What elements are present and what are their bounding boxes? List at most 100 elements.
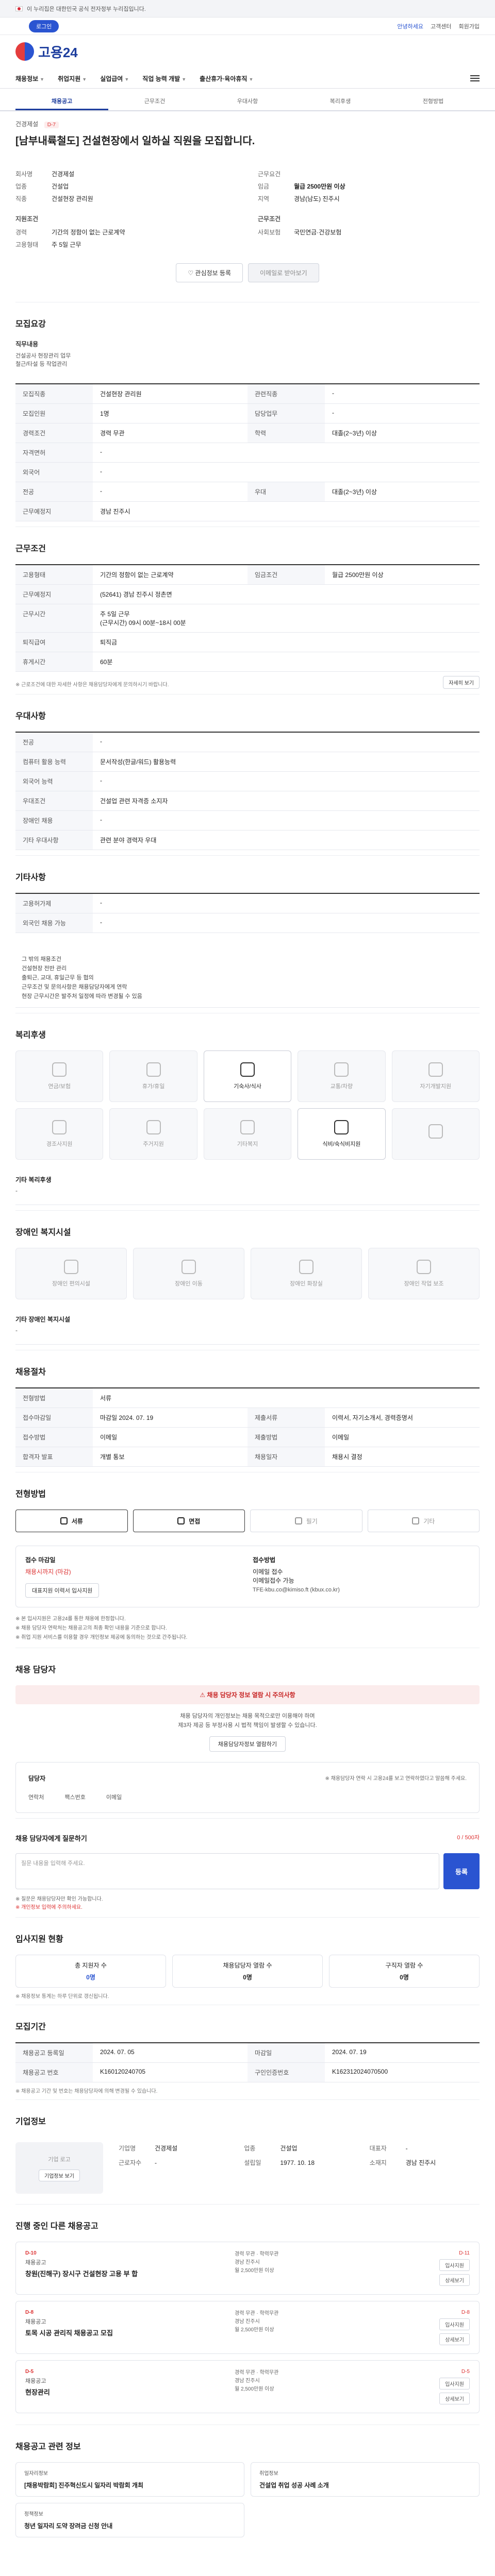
apply-resume-button[interactable]: 대표지원 이력서 입사지원 [25,1583,100,1598]
job-meta: 경력 무관 · 학력무관 경남 진주시 월 2,500만원 이상 [235,2370,279,2392]
job-apply-button[interactable]: 입사지원 [439,2259,470,2271]
news-title[interactable]: 청년 일자리 도약 장려금 신청 안내 [24,2521,236,2531]
section-title: 전형방법 [15,1490,46,1499]
tab-conditions[interactable]: 근무조건 [108,93,201,110]
table-header-cell: 학력 [248,423,325,443]
field-value: 건경제설 [52,171,75,178]
nav-item-support[interactable]: 취업지원 ▼ [58,74,87,83]
logo-icon[interactable] [15,42,34,61]
table-cell: 주 5일 근무 (근무시간) 09시 00분~18시 00분 [93,604,248,633]
table-cell: - [93,894,480,913]
table-cell: - [93,913,480,933]
field-label: 대표자 [369,2145,387,2152]
chevron-down-icon: ▼ [40,76,45,82]
job-meta: 경력 무관 · 학력무관 경남 진주시 월 2,500만원 이상 [235,2311,279,2333]
table-header-cell: 우대 [248,482,325,502]
news-title[interactable]: 건설업 취업 성공 사례 소개 [259,2481,471,2490]
job-apply-button[interactable]: 입사지원 [439,2378,470,2389]
news-card[interactable]: 일자리정보 [채용박람회] 진주혁신도시 일자리 박람회 개최 [15,2462,244,2497]
table-header-cell: 자격면허 [15,443,93,463]
table-header-cell [248,604,325,633]
table-header-cell: 구인인증번호 [248,2063,325,2082]
table-header-cell: 임금조건 [248,565,325,585]
section-conditions: 근무조건 고용형태 기간의 정함이 없는 근로계약 임금조건 월급 2500만원 이상… [15,527,480,694]
welfare-icon [428,1124,443,1139]
menu-icon[interactable] [470,75,480,81]
manager-label: 담당자 [28,1775,46,1782]
logo-text[interactable]: 고용24 [38,42,78,61]
company-info-button[interactable]: 기업정보 보기 [39,2169,80,2181]
welfare-item: 경조사지원 [15,1108,104,1160]
welfare-item: 교통/차량 [298,1050,386,1102]
table-header-cell: 경력조건 [15,423,93,443]
company-field: 대표자 - [370,2142,480,2155]
welfare-item: 연금/보험 [15,1050,104,1102]
section-title: 근무조건 [15,545,46,553]
table-cell: 문서작성(한글/워드) 활용능력 [93,752,480,772]
job-title: [남부내륙철도] 건설현장에서 일하실 직원을 모집합니다. [15,135,255,147]
news-title[interactable]: [채용박람회] 진주혁신도시 일자리 박람회 개최 [24,2481,236,2490]
table-cell [325,604,480,633]
section-title: 모집요강 [15,320,46,329]
receipt-value: 채용시까지 (마감) [25,1568,71,1575]
table-header-cell: 전형방법 [15,1388,93,1408]
job-card[interactable]: D-10 채용공고 창원(진해구) 장시구 건설현장 고용 부 합 경력 무관 · 학… [15,2242,480,2295]
question-input[interactable]: 질문 내용을 입력해 주세요. [15,1853,439,1889]
user-bar: 로그인 안녕하세요 고객센터 회원가입 [0,18,495,35]
job-view-button[interactable]: 상세보기 [439,2393,470,2404]
job-view-button[interactable]: 상세보기 [439,2274,470,2286]
table-header-cell: 채용일자 [248,1447,325,1467]
view-manager-button[interactable]: 채용담당자정보 열람하기 [209,1736,286,1752]
job-tag: D-5 [461,2369,470,2375]
customer-center-link[interactable]: 고객센터 [431,22,451,30]
section-title: 모집기간 [15,2023,46,2031]
field-label: 회사명 [15,171,33,178]
table-cell [325,463,480,482]
greeting-link[interactable]: 안녕하세요 [397,22,423,30]
news-card[interactable]: 정책정보 청년 일자리 도약 장려금 신청 안내 [15,2503,244,2537]
tab-welfare[interactable]: 복리후생 [294,93,387,110]
job-title[interactable]: 창원(진해구) 장시구 건설현장 고용 부 합 [25,2269,180,2279]
tab-selection[interactable]: 전형방법 [387,93,480,110]
job-card[interactable]: D-5 채용공고 현장관리 경력 무관 · 학력무관 경남 진주시 월 2,500만원… [15,2360,480,2413]
section-question: 채용 담당자에게 질문하기 0 / 500자 질문 내용을 입력해 주세요. 등… [15,1818,480,1917]
login-button[interactable]: 로그인 [29,20,59,32]
table-header-cell: 외국어 [15,463,93,482]
nav-item-training[interactable]: 직업 능력 개발 ▼ [142,74,186,83]
conditions-table: 고용형태 기간의 정함이 없는 근로계약 임금조건 월급 2500만원 이상 근무예정지… [15,564,480,672]
welfare-icon [52,1120,67,1134]
welfare-icon [52,1062,67,1077]
disability-item: 장애인 편의시설 [15,1248,127,1299]
signup-link[interactable]: 회원가입 [459,22,480,30]
welfare-icon [146,1062,161,1077]
table-cell: 개별 통보 [93,1447,248,1467]
nav-item-leave[interactable]: 출산휴가·육아휴직 ▼ [200,74,253,83]
table-cell: 채용시 결정 [325,1447,480,1467]
more-button[interactable]: 자세히 보기 [443,676,480,689]
table-cell: K162312024070500 [325,2063,480,2082]
submit-question-button[interactable]: 등록 [443,1853,480,1889]
detail-tabs: 채용공고 근무조건 우대사항 복리후생 전형방법 [0,93,495,111]
scrap-button[interactable]: ♡ 관심정보 등록 [176,263,243,282]
period-table: 채용공고 등록일 2024. 07. 05 마감일 2024. 07. 19 채용공고 … [15,2042,480,2082]
tab-preferences[interactable]: 우대사항 [201,93,294,110]
table-header-cell: 퇴직급여 [15,633,93,652]
job-card[interactable]: D-8 채용공고 토목 시공 관리직 채용공고 모집 경력 무관 · 학력무관 경남 … [15,2301,480,2354]
job-title[interactable]: 현장관리 [25,2388,180,2397]
job-title[interactable]: 토목 시공 관리직 채용공고 모집 [25,2329,180,2338]
check-icon [294,1517,302,1524]
welfare-item: 기타복지 [203,1108,292,1160]
job-apply-button[interactable]: 입사지원 [439,2318,470,2330]
news-card[interactable]: 취업정보 건설업 취업 성공 사례 소개 [251,2462,480,2497]
selection-note: ※ 본 입사지원은 고용24를 통한 채용에 한정합니다. [15,1616,126,1622]
nav-item-benefits[interactable]: 실업급여 ▼ [100,74,129,83]
chevron-down-icon: ▼ [182,76,187,82]
tab-recruit[interactable]: 채용공고 [15,93,108,110]
welfare-item: 휴가/휴일 [109,1050,197,1102]
job-view-button[interactable]: 상세보기 [439,2333,470,2345]
table-header-cell: 관련직종 [248,384,325,404]
nav-item-jobs[interactable]: 채용정보 ▼ [15,74,44,83]
email-subscribe-button[interactable]: 이메일로 받아보기 [248,263,319,282]
section-etc: 기타사항 고용허가제 - 외국인 채용 가능 - 그 밖의 채용조건 건설현장 전반 … [15,855,480,1013]
welfare-item: 자기개발지원 [391,1050,480,1102]
